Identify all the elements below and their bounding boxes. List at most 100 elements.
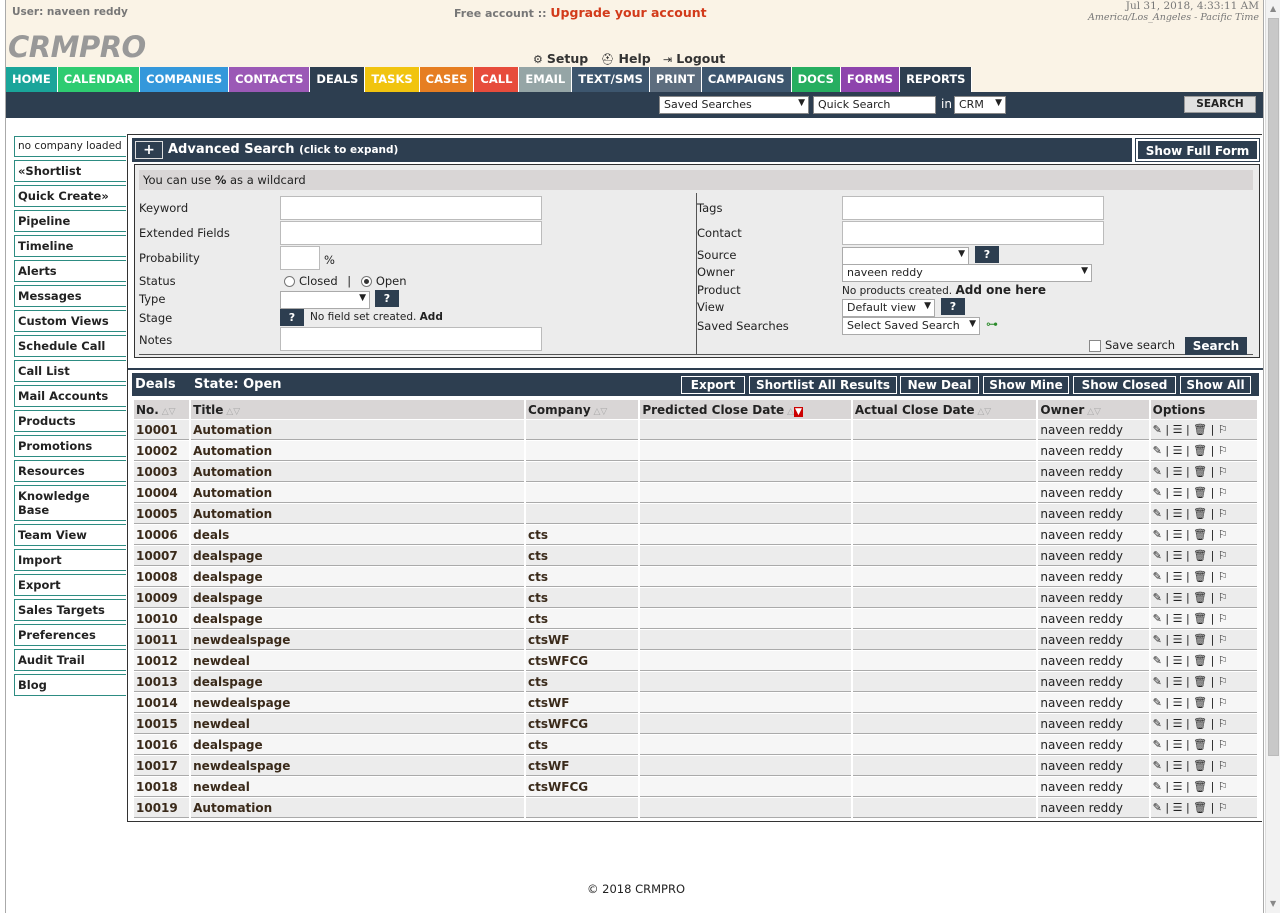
deal-title-link[interactable]: deals [191, 525, 525, 545]
row-options[interactable]: ✎ | ☰ | 🗑 | ⚐ [1150, 483, 1257, 503]
sidebar-item-schedule-call[interactable]: Schedule Call [14, 335, 126, 357]
new-deal-button[interactable]: New Deal [900, 376, 979, 394]
setup-link[interactable]: Setup [547, 51, 588, 66]
deal-company[interactable]: cts [526, 546, 639, 566]
column-header-options[interactable]: Options [1150, 400, 1257, 419]
deal-number[interactable]: 10016 [134, 735, 190, 755]
row-options[interactable]: ✎ | ☰ | 🗑 | ⚐ [1150, 567, 1257, 587]
table-row[interactable]: 10015 newdeal ctsWFCG naveen reddy ✎ | ☰ | 🗑… [134, 714, 1257, 734]
row-options[interactable]: ✎ | ☰ | 🗑 | ⚐ [1150, 525, 1257, 545]
tab-cases[interactable]: CASES [419, 67, 475, 92]
row-options[interactable]: ✎ | ☰ | 🗑 | ⚐ [1150, 441, 1257, 461]
source-select[interactable]: ▼ [842, 247, 969, 265]
sort-icon[interactable]: △▽ [223, 407, 240, 417]
scroll-down-icon[interactable]: ▼ [1270, 899, 1276, 908]
deal-title-link[interactable]: Automation [191, 483, 525, 503]
show-full-form-button[interactable]: Show Full Form [1135, 138, 1260, 162]
column-header-actual-close-date[interactable]: Actual Close Date △▽ [852, 400, 1037, 419]
deal-company[interactable]: ctsWFCG [526, 651, 639, 671]
deal-number[interactable]: 10008 [134, 567, 190, 587]
form-search-button[interactable]: Search [1185, 337, 1247, 355]
tab-tasks[interactable]: TASKS [365, 67, 420, 92]
sort-icon[interactable]: △▽ [159, 407, 176, 417]
deal-number[interactable]: 10017 [134, 756, 190, 776]
type-help-button[interactable]: ? [375, 290, 399, 307]
deal-company[interactable] [526, 798, 639, 818]
tags-input[interactable] [842, 196, 1104, 220]
deal-number[interactable]: 10002 [134, 441, 190, 461]
column-header-no[interactable]: No. △▽ [134, 400, 190, 419]
table-row[interactable]: 10013 dealspage cts naveen reddy ✎ | ☰ | 🗑 |… [134, 672, 1257, 692]
deal-company[interactable]: ctsWF [526, 756, 639, 776]
sidebar-item-import[interactable]: Import [14, 549, 126, 571]
row-options[interactable]: ✎ | ☰ | 🗑 | ⚐ [1150, 798, 1257, 818]
row-options[interactable]: ✎ | ☰ | 🗑 | ⚐ [1150, 462, 1257, 482]
table-row[interactable]: 10007 dealspage cts naveen reddy ✎ | ☰ | 🗑 |… [134, 546, 1257, 566]
advanced-search-header[interactable]: + Advanced Search (click to expand) [132, 138, 1132, 162]
sidebar-item-pipeline[interactable]: Pipeline [14, 210, 126, 232]
saved-searches-select[interactable]: Saved Searches ▼ [659, 96, 809, 114]
tab-call[interactable]: CALL [474, 67, 520, 92]
logout-link[interactable]: Logout [676, 51, 725, 66]
deal-number[interactable]: 10006 [134, 525, 190, 545]
sidebar-item-blog[interactable]: Blog [14, 674, 126, 696]
view-help-button[interactable]: ? [941, 298, 965, 315]
deal-title-link[interactable]: dealspage [191, 672, 525, 692]
tab-text-sms[interactable]: TEXT/SMS [572, 67, 650, 92]
table-row[interactable]: 10006 deals cts naveen reddy ✎ | ☰ | 🗑 | ⚐ [134, 525, 1257, 545]
help-link[interactable]: Help [619, 51, 651, 66]
deal-company[interactable]: ctsWF [526, 693, 639, 713]
tab-calendar[interactable]: CALENDAR [57, 67, 141, 92]
owner-select[interactable]: naveen reddy ▼ [842, 264, 1092, 282]
upgrade-link[interactable]: Upgrade your account [550, 5, 706, 20]
contact-input[interactable] [842, 221, 1104, 245]
deal-number[interactable]: 10001 [134, 420, 190, 440]
sidebar-item-messages[interactable]: Messages [14, 285, 126, 307]
column-header-company[interactable]: Company △▽ [526, 400, 639, 419]
type-select[interactable]: ▼ [280, 291, 370, 309]
pin-icon[interactable]: ⊶ [986, 317, 998, 331]
tab-contacts[interactable]: CONTACTS [229, 67, 311, 92]
table-row[interactable]: 10008 dealspage cts naveen reddy ✎ | ☰ | 🗑 |… [134, 567, 1257, 587]
table-row[interactable]: 10004 Automation naveen reddy ✎ | ☰ | 🗑 | ⚐ [134, 483, 1257, 503]
deal-number[interactable]: 10005 [134, 504, 190, 524]
sort-icon[interactable]: △▽ [975, 407, 991, 417]
export-button[interactable]: Export [681, 376, 745, 394]
deal-company[interactable]: cts [526, 588, 639, 608]
table-row[interactable]: 10011 newdealspage ctsWF naveen reddy ✎ | ☰ … [134, 630, 1257, 650]
row-options[interactable]: ✎ | ☰ | 🗑 | ⚐ [1150, 588, 1257, 608]
sidebar-item-sales-targets[interactable]: Sales Targets [14, 599, 126, 621]
table-row[interactable]: 10018 newdeal ctsWFCG naveen reddy ✎ | ☰ | 🗑… [134, 777, 1257, 797]
table-row[interactable]: 10014 newdealspage ctsWF naveen reddy ✎ | ☰ … [134, 693, 1257, 713]
show-mine-button[interactable]: Show Mine [983, 376, 1069, 394]
deal-number[interactable]: 10011 [134, 630, 190, 650]
column-header-title[interactable]: Title △▽ [191, 400, 525, 419]
deal-number[interactable]: 10004 [134, 483, 190, 503]
deal-number[interactable]: 10012 [134, 651, 190, 671]
deal-number[interactable]: 10009 [134, 588, 190, 608]
save-search-checkbox[interactable] [1089, 339, 1101, 352]
deal-company[interactable]: cts [526, 567, 639, 587]
deal-title-link[interactable]: newdealspage [191, 756, 525, 776]
deal-title-link[interactable]: dealspage [191, 567, 525, 587]
tab-companies[interactable]: COMPANIES [140, 67, 230, 92]
row-options[interactable]: ✎ | ☰ | 🗑 | ⚐ [1150, 693, 1257, 713]
row-options[interactable]: ✎ | ☰ | 🗑 | ⚐ [1150, 630, 1257, 650]
sidebar-item-shortlist[interactable]: «Shortlist [14, 160, 126, 182]
deal-company[interactable] [526, 420, 639, 440]
column-header-predicted-close-date[interactable]: Predicted Close Date △▼ [640, 400, 851, 419]
open-radio[interactable] [360, 276, 372, 287]
tab-deals[interactable]: DEALS [310, 67, 366, 93]
column-header-owner[interactable]: Owner △▽ [1038, 400, 1149, 419]
sidebar-item-alerts[interactable]: Alerts [14, 260, 126, 282]
stage-help-button[interactable]: ? [280, 309, 304, 326]
quick-search-input[interactable]: Quick Search [813, 96, 936, 114]
deal-company[interactable]: cts [526, 609, 639, 629]
table-row[interactable]: 10010 dealspage cts naveen reddy ✎ | ☰ | 🗑 |… [134, 609, 1257, 629]
deal-title-link[interactable]: dealspage [191, 588, 525, 608]
sort-icon[interactable]: △▼ [784, 406, 803, 417]
table-row[interactable]: 10009 dealspage cts naveen reddy ✎ | ☰ | 🗑 |… [134, 588, 1257, 608]
row-options[interactable]: ✎ | ☰ | 🗑 | ⚐ [1150, 756, 1257, 776]
sidebar-item-team-view[interactable]: Team View [14, 524, 126, 546]
search-button[interactable]: SEARCH [1184, 96, 1256, 113]
